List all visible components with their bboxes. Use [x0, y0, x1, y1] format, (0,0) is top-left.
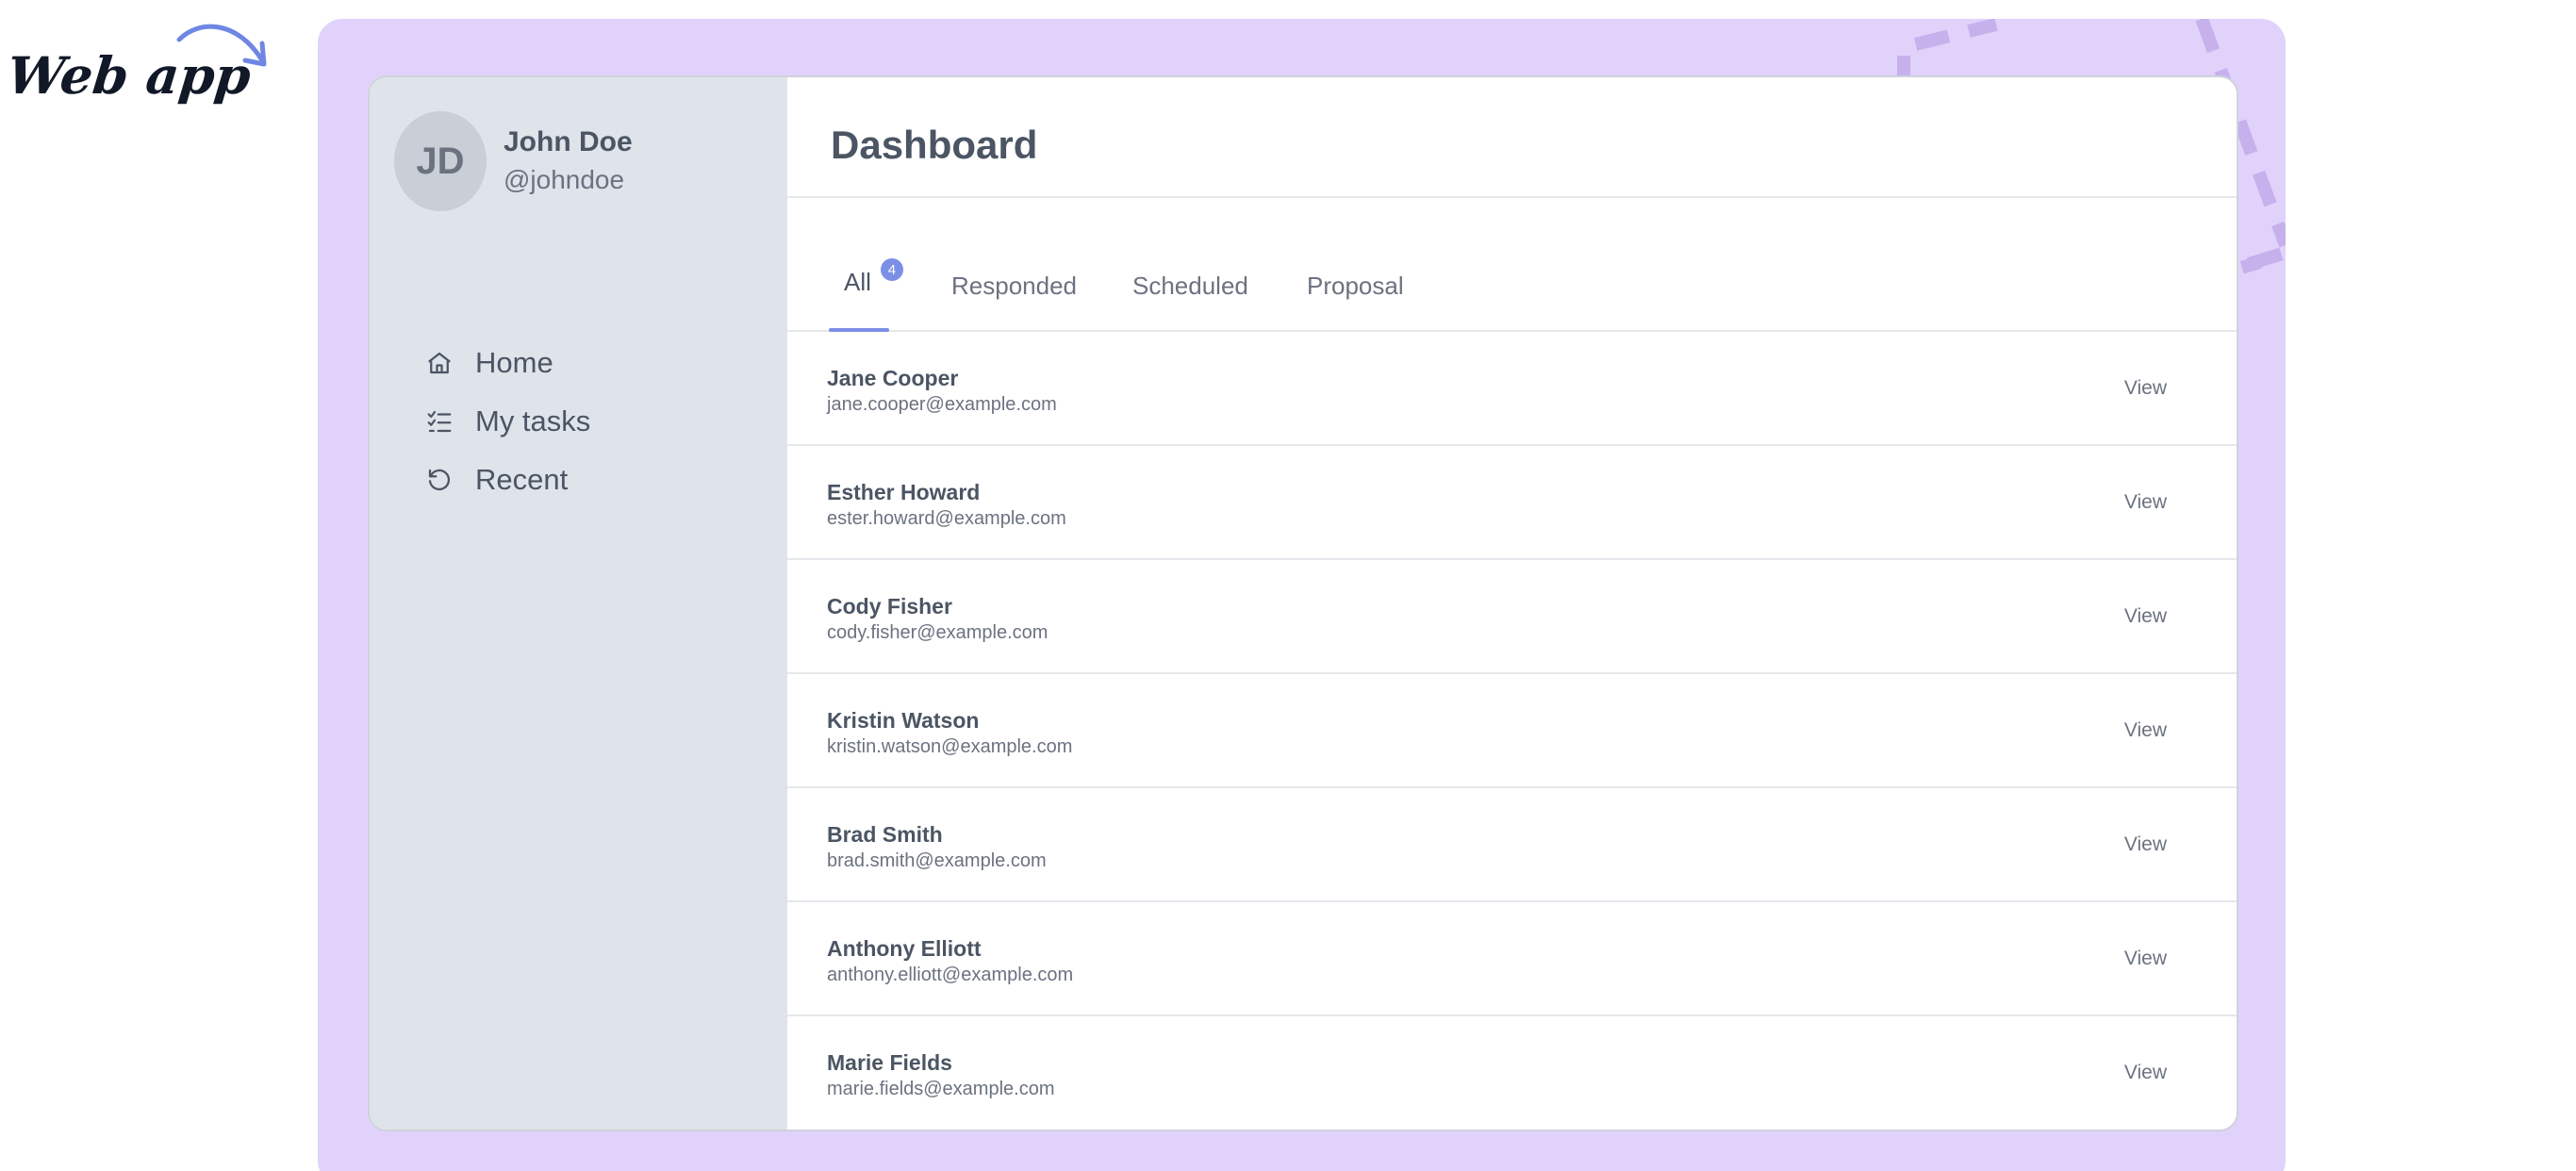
- sidebar-item-my-tasks[interactable]: My tasks: [424, 392, 590, 451]
- view-link[interactable]: View: [2124, 719, 2167, 742]
- main-content: Dashboard All 4 Responded Scheduled Prop…: [787, 77, 2237, 1130]
- view-link[interactable]: View: [2124, 491, 2167, 514]
- list-item: Anthony Elliott anthony.elliott@example.…: [787, 902, 2237, 1016]
- list-item: Kristin Watson kristin.watson@example.co…: [787, 674, 2237, 788]
- tab-scheduled[interactable]: Scheduled: [1132, 272, 1248, 301]
- contact-name: Jane Cooper: [827, 366, 959, 390]
- view-link[interactable]: View: [2124, 1062, 2167, 1084]
- user-handle: @johndoe: [504, 165, 625, 194]
- contact-list: Jane Cooper jane.cooper@example.com View…: [787, 332, 2237, 1130]
- contact-email: kristin.watson@example.com: [827, 736, 1073, 757]
- list-item: Marie Fields marie.fields@example.com Vi…: [787, 1016, 2237, 1130]
- tab-proposal[interactable]: Proposal: [1307, 272, 1404, 301]
- page-title: Dashboard: [831, 123, 1038, 167]
- tab-all[interactable]: All 4: [844, 258, 903, 297]
- list-item: Cody Fisher cody.fisher@example.com View: [787, 560, 2237, 674]
- tab-label: All: [844, 268, 871, 296]
- contact-email: marie.fields@example.com: [827, 1079, 1055, 1099]
- sidebar-item-label: My tasks: [475, 404, 591, 437]
- sidebar: JD John Doe @johndoe Home My tasks Recen…: [370, 77, 787, 1130]
- list-item: Esther Howard ester.howard@example.com V…: [787, 446, 2237, 560]
- contact-name: Esther Howard: [827, 480, 981, 504]
- view-link[interactable]: View: [2124, 605, 2167, 628]
- page: Web app JD John Doe @johndoe Home My tas…: [0, 0, 2576, 1171]
- contact-email: brad.smith@example.com: [827, 850, 1047, 871]
- contact-name: Marie Fields: [827, 1050, 952, 1075]
- view-link[interactable]: View: [2124, 377, 2167, 400]
- sidebar-nav: Home My tasks Recent: [424, 334, 590, 509]
- tasks-icon: [424, 406, 454, 437]
- contact-email: cody.fisher@example.com: [827, 622, 1049, 643]
- home-icon: [424, 348, 454, 378]
- curved-arrow-icon: [176, 24, 267, 67]
- list-item: Jane Cooper jane.cooper@example.com View: [787, 332, 2237, 446]
- avatar: JD: [394, 111, 487, 211]
- sidebar-item-label: Recent: [475, 463, 569, 496]
- app-window: JD John Doe @johndoe Home My tasks Recen…: [368, 75, 2238, 1131]
- contact-email: jane.cooper@example.com: [827, 394, 1057, 415]
- user-profile[interactable]: JD John Doe @johndoe: [394, 111, 633, 211]
- view-link[interactable]: View: [2124, 833, 2167, 856]
- contact-name: Brad Smith: [827, 822, 943, 847]
- tab-responded[interactable]: Responded: [951, 272, 1077, 301]
- sidebar-item-label: Home: [475, 346, 553, 379]
- sidebar-item-recent[interactable]: Recent: [424, 451, 590, 509]
- contact-name: Cody Fisher: [827, 594, 952, 618]
- tab-bar: All 4 Responded Scheduled Proposal: [787, 198, 2237, 332]
- contact-email: anthony.elliott@example.com: [827, 965, 1074, 985]
- header: Dashboard: [787, 77, 2237, 198]
- contact-name: Kristin Watson: [827, 708, 980, 733]
- sidebar-item-home[interactable]: Home: [424, 334, 590, 392]
- user-name: John Doe: [504, 126, 633, 157]
- history-icon: [424, 465, 454, 495]
- contact-email: ester.howard@example.com: [827, 508, 1066, 529]
- view-link[interactable]: View: [2124, 948, 2167, 970]
- contact-name: Anthony Elliott: [827, 936, 982, 961]
- count-badge: 4: [880, 258, 903, 281]
- list-item: Brad Smith brad.smith@example.com View: [787, 788, 2237, 902]
